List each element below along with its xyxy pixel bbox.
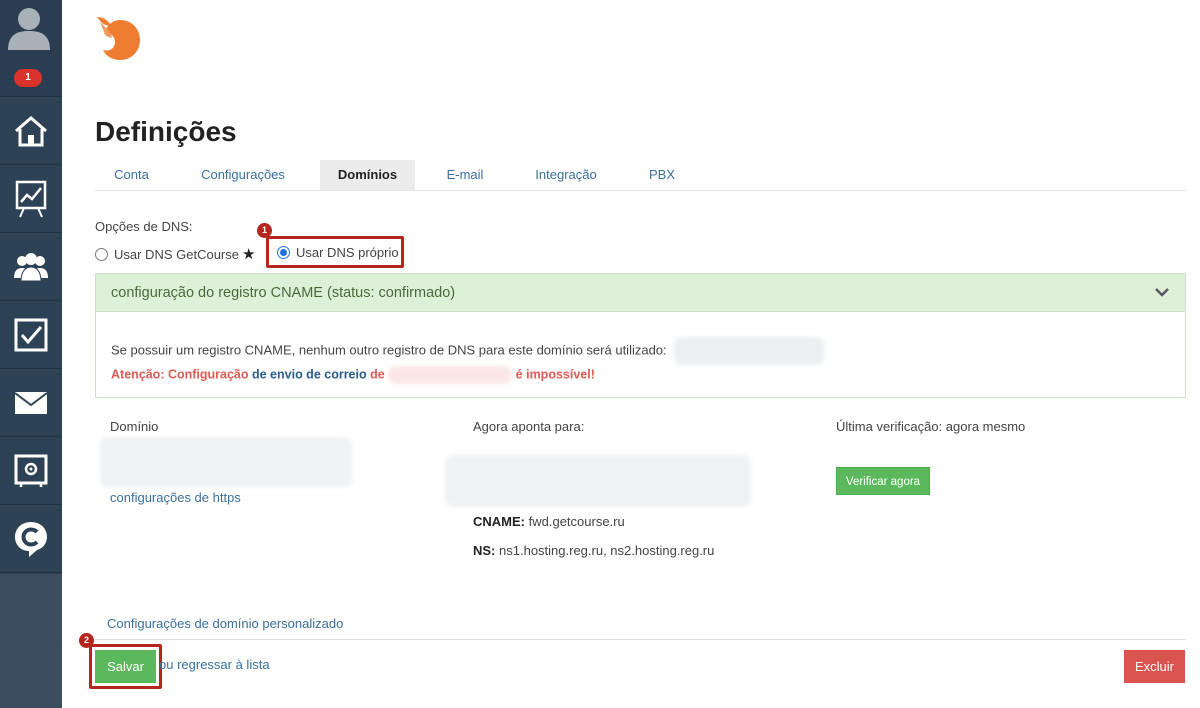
redacted-points-to xyxy=(445,455,751,507)
sidebar-item-mail[interactable] xyxy=(0,369,62,437)
chevron-down-icon[interactable] xyxy=(1155,287,1169,297)
chart-board-icon xyxy=(15,180,47,217)
verify-now-button[interactable]: Verificar agora xyxy=(836,467,930,495)
last-check-label: Última verificação: agora mesmo xyxy=(836,419,1026,434)
divider xyxy=(95,639,1186,640)
getcourse-logo[interactable] xyxy=(96,14,142,62)
cname-key: CNAME: xyxy=(473,514,525,529)
warning-mail-link[interactable]: de envio de correio xyxy=(252,367,367,381)
ns-key: NS: xyxy=(473,543,496,558)
tab-email[interactable]: E-mail xyxy=(435,160,495,190)
cname-warning: Atenção: Configuração de envio de correi… xyxy=(111,366,595,384)
user-avatar-icon[interactable] xyxy=(6,4,52,50)
sidebar-item-tasks[interactable] xyxy=(0,301,62,369)
users-icon xyxy=(14,252,48,281)
chat-c-icon xyxy=(15,521,47,557)
ns-record: NS: ns1.hosting.reg.ru, ns2.hosting.reg.… xyxy=(473,543,714,558)
ns-value: ns1.hosting.reg.ru, ns2.hosting.reg.ru xyxy=(499,543,715,558)
radio-dns-getcourse[interactable]: Usar DNS GetCourse ★ xyxy=(95,245,255,263)
sidebar: 1 xyxy=(0,0,62,708)
star-icon: ★ xyxy=(241,246,256,263)
sidebar-item-safe[interactable] xyxy=(0,437,62,505)
page-title: Definições xyxy=(95,116,237,147)
profile-area[interactable]: 1 xyxy=(0,0,62,97)
domain-label: Domínio xyxy=(110,419,159,434)
cname-panel-title: configuração do registro CNAME (status: … xyxy=(111,285,456,301)
points-to-label: Agora aponta para: xyxy=(473,419,585,434)
sidebar-footer xyxy=(0,574,62,708)
warning-text: Atenção: Configuração xyxy=(111,367,249,382)
sidebar-item-users[interactable] xyxy=(0,233,62,301)
cname-description: Se possuir um registro CNAME, nenhum out… xyxy=(111,337,825,365)
radio-button[interactable] xyxy=(95,247,108,261)
settings-tabs: Conta Configurações Domínios E-mail Inte… xyxy=(95,160,1186,191)
home-icon xyxy=(15,115,47,146)
sidebar-item-home[interactable] xyxy=(0,97,62,165)
annotation-step-2: 2 xyxy=(79,633,94,648)
cname-description-text: Se possuir um registro CNAME, nenhum out… xyxy=(111,342,667,358)
radio-label: Usar DNS GetCourse xyxy=(114,246,239,262)
annotation-highlight-1 xyxy=(266,236,404,268)
back-to-list-link[interactable]: ou regressar à lista xyxy=(159,657,270,672)
tab-pbx[interactable]: PBX xyxy=(637,160,687,190)
custom-domain-settings-link[interactable]: Configurações de domínio personalizado xyxy=(107,616,343,631)
warning-text: é impossível! xyxy=(515,367,595,382)
cname-value: fwd.getcourse.ru xyxy=(528,514,625,529)
sidebar-item-chat[interactable] xyxy=(0,505,62,573)
https-settings-link[interactable]: configurações de https xyxy=(110,490,241,505)
redacted-domain xyxy=(674,337,825,365)
annotation-highlight-2 xyxy=(89,644,162,689)
tab-integracao[interactable]: Integração xyxy=(525,160,607,190)
tab-conta[interactable]: Conta xyxy=(95,160,168,190)
annotation-step-1: 1 xyxy=(257,223,272,238)
cname-panel: configuração do registro CNAME (status: … xyxy=(95,273,1186,398)
cname-record: CNAME: fwd.getcourse.ru xyxy=(473,514,625,529)
mail-icon xyxy=(14,391,48,414)
redacted-domain xyxy=(388,366,513,384)
dns-options-label: Opções de DNS: xyxy=(95,219,193,234)
warning-text: de xyxy=(370,367,385,382)
tasks-icon xyxy=(14,318,48,351)
redacted-domain-name xyxy=(100,437,352,487)
sidebar-item-analytics[interactable] xyxy=(0,165,62,233)
tab-configuracoes[interactable]: Configurações xyxy=(193,160,293,190)
delete-button[interactable]: Excluir xyxy=(1124,650,1185,683)
notification-badge[interactable]: 1 xyxy=(14,69,42,87)
safe-icon xyxy=(14,454,48,487)
tab-dominios[interactable]: Domínios xyxy=(320,160,415,190)
cname-panel-header[interactable]: configuração do registro CNAME (status: … xyxy=(96,274,1185,312)
